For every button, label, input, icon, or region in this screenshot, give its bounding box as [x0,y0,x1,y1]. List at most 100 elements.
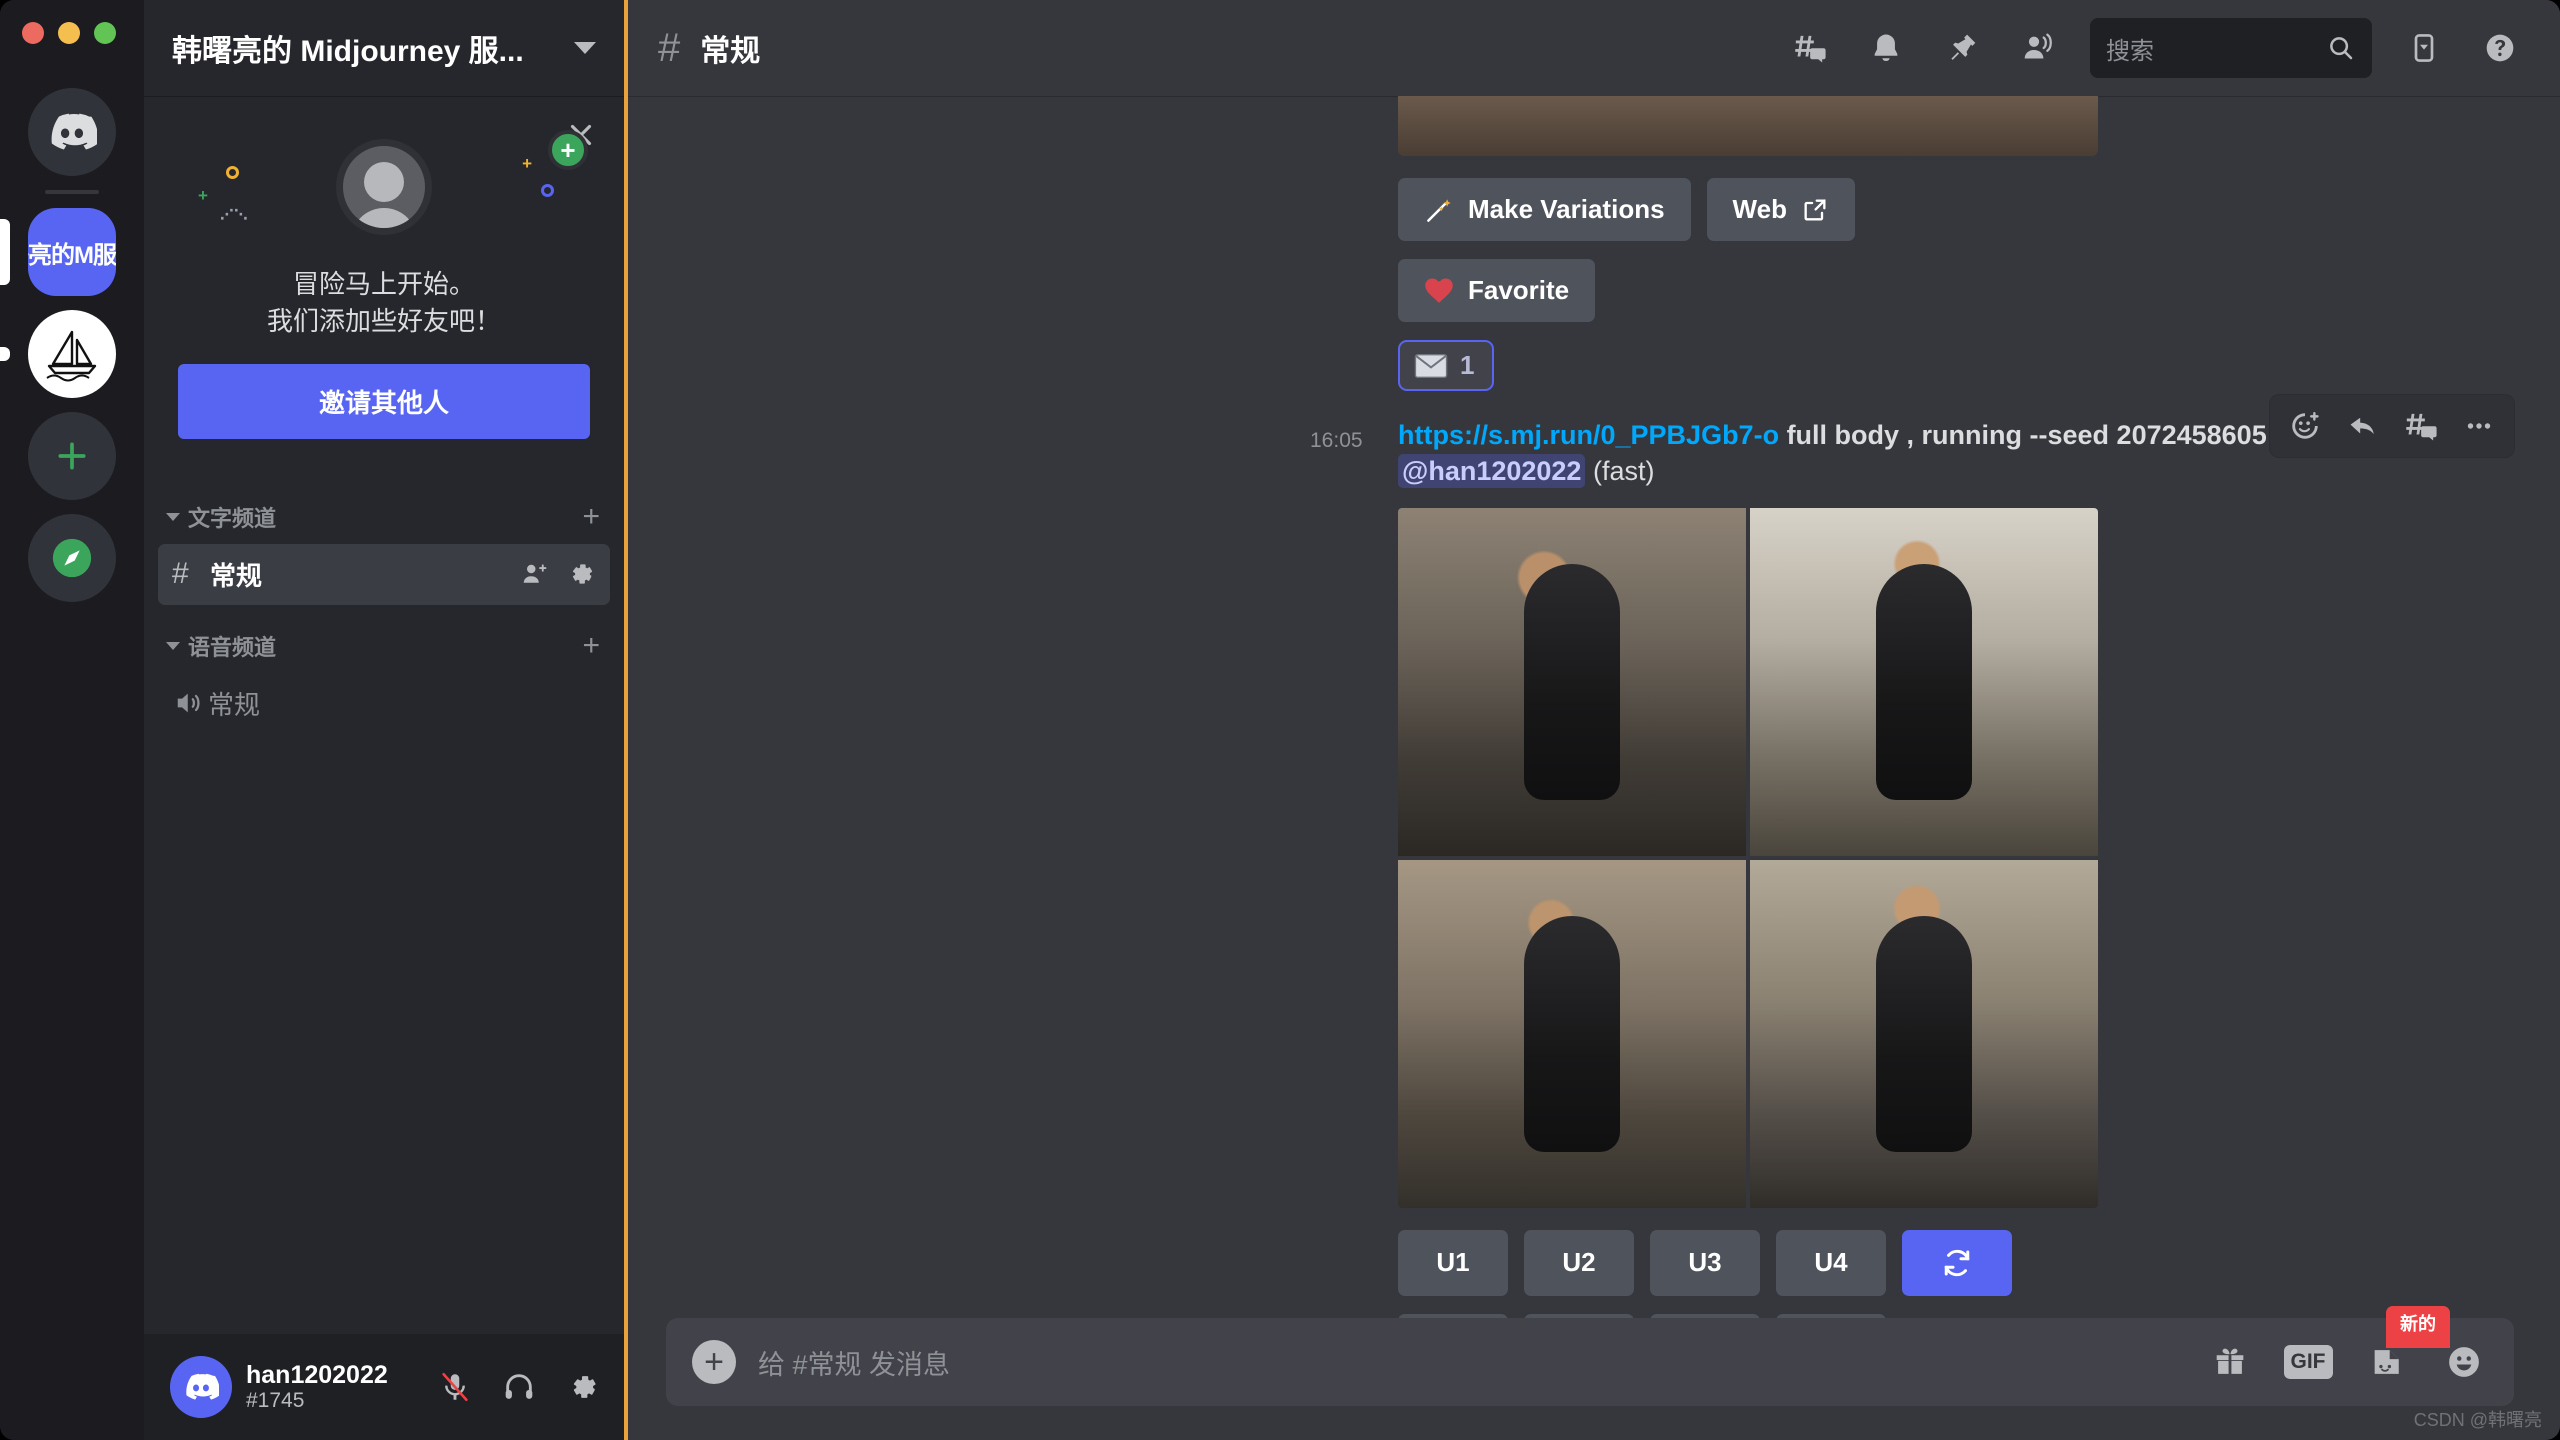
message-link[interactable]: https://s.mj.run/0_PPBJGb7-o [1398,420,1779,450]
add-reaction-icon[interactable] [2276,401,2334,451]
page-title: 常规 [700,35,761,68]
user-info[interactable]: han1202022 #1745 [246,1361,416,1414]
message-prompt: full body , running --seed 2072458605 --… [1779,420,2347,450]
discord-window: 曙亮的M服务 [0,0,2560,1440]
favorite-label: Favorite [1468,275,1570,305]
web-button[interactable]: Web [1706,178,1855,241]
invite-icon[interactable] [520,559,550,589]
avatar-placeholder-icon [336,139,432,235]
bell-icon[interactable] [1858,20,1914,76]
channel-sidebar: 韩曙亮的 Midjourney 服... + ⋰⋱ + + 冒险马上开始。 我们… [144,0,624,1440]
grid-cell-2[interactable] [1750,507,2098,856]
search-input[interactable]: 搜索 [2090,18,2372,78]
sailboat-icon [28,310,116,398]
sidebar-item-channel-voice-general[interactable]: 常规 [158,673,610,734]
grid-cell-3[interactable] [1398,859,1746,1208]
decor-plus-yellow: + [522,154,532,173]
previous-message-action-row-1: Make Variations Web [628,178,2560,241]
rail-item-home[interactable] [0,88,144,176]
figure-2 [1876,563,1972,801]
figure-4 [1876,915,1972,1153]
upscale-button-u2[interactable]: U2 [1524,1229,1634,1296]
user-panel: han1202022 #1745 [144,1334,624,1440]
unread-indicator [0,347,10,361]
rail-item-explore[interactable] [0,514,144,602]
category-text-channels[interactable]: 文字频道 + [144,479,624,541]
reply-icon[interactable] [2334,401,2392,451]
plus-circle-icon[interactable]: + [692,1340,736,1384]
upscale-button-row: U1 U2 U3 U4 [628,1229,2560,1296]
category-voice-channels[interactable]: 语音频道 + [144,608,624,670]
channel-label: 常规 [208,689,261,720]
favorite-button[interactable]: Favorite [1398,259,1596,322]
add-friend-badge-icon: + [548,130,588,170]
main-content: # 常规 搜索 Make Variations Web Favorite 1 1… [624,0,2560,1440]
image-grid[interactable] [1398,507,2098,1208]
message-input[interactable]: + 给 #常规 发消息 GIF [666,1318,2514,1406]
rail-item-active-server[interactable]: 曙亮的M服务 [0,208,144,296]
headphones-icon[interactable] [494,1362,544,1412]
channel-topbar: # 常规 搜索 [628,0,2560,96]
hash-icon: # [172,557,189,591]
plus-icon [28,412,116,500]
plus-icon[interactable]: + [582,630,600,661]
gif-icon[interactable]: GIF [2280,1334,2336,1390]
reaction-envelope[interactable]: 1 [1398,340,1495,391]
composer-area: 新的 + 给 #常规 发消息 GIF [628,1306,2560,1440]
decor-ring-yellow [226,164,239,184]
hash-icon: # [658,25,681,70]
reaction-count: 1 [1460,350,1475,380]
more-icon[interactable] [2450,401,2508,451]
server-text-icon: 曙亮的M服务 [28,208,116,296]
members-icon[interactable] [2010,20,2066,76]
window-minimize-button[interactable] [58,22,80,44]
pin-icon[interactable] [1934,20,1990,76]
thread-icon[interactable] [2392,401,2450,451]
message-timestamp: 16:05 [1310,429,1363,452]
watermark: CSDN @韩曙亮 [2413,1410,2542,1430]
web-label: Web [1732,194,1787,224]
help-icon[interactable] [2472,20,2528,76]
grid-cell-1[interactable] [1398,507,1746,856]
upscale-button-u1[interactable]: U1 [1398,1229,1508,1296]
search-placeholder: 搜索 [2106,37,2154,65]
server-header[interactable]: 韩曙亮的 Midjourney 服... [144,0,624,96]
gear-icon[interactable] [558,1362,608,1412]
welcome-line-1: 冒险马上开始。 [292,269,475,299]
upscale-button-u3[interactable]: U3 [1650,1229,1760,1296]
rail-item-add-server[interactable] [0,412,144,500]
inbox-icon[interactable] [2396,20,2452,76]
category-label: 文字频道 [188,505,277,531]
gift-icon[interactable] [2202,1334,2258,1390]
mic-muted-icon[interactable] [430,1362,480,1412]
discord-logo-icon [28,88,116,176]
welcome-line-2: 我们添加些好友吧！ [266,305,501,336]
previous-message-action-row-2: Favorite [628,259,2560,322]
compass-icon [28,514,116,602]
avatar[interactable] [170,1356,232,1418]
window-close-button[interactable] [22,22,44,44]
refresh-icon [1940,1246,1974,1280]
window-traffic-lights [22,22,116,44]
window-zoom-button[interactable] [94,22,116,44]
plus-icon[interactable]: + [582,501,600,532]
new-badge: 新的 [2386,1306,2450,1348]
reroll-button[interactable] [1902,1229,2012,1296]
channel-actions [520,559,596,589]
make-variations-button[interactable]: Make Variations [1398,178,1691,241]
grid-cell-4[interactable] [1750,859,2098,1208]
sidebar-item-channel-text-general[interactable]: # 常规 [158,543,610,605]
external-link-icon [1801,196,1829,224]
gear-icon[interactable] [566,559,596,589]
envelope-icon [1414,353,1448,379]
sparkle-wand-icon [1424,195,1454,225]
chevron-down-icon [166,512,180,521]
rail-item-midjourney[interactable] [0,310,144,398]
message-mention[interactable]: @han1202022 [1398,454,1586,489]
threads-icon[interactable] [1782,20,1838,76]
upscale-button-u4[interactable]: U4 [1776,1229,1886,1296]
gif-label: GIF [2283,1345,2333,1379]
invite-others-button[interactable]: 邀请其他人 [178,363,590,439]
heart-icon [1424,277,1454,305]
welcome-illustration: + ⋰⋱ + + [178,124,590,250]
